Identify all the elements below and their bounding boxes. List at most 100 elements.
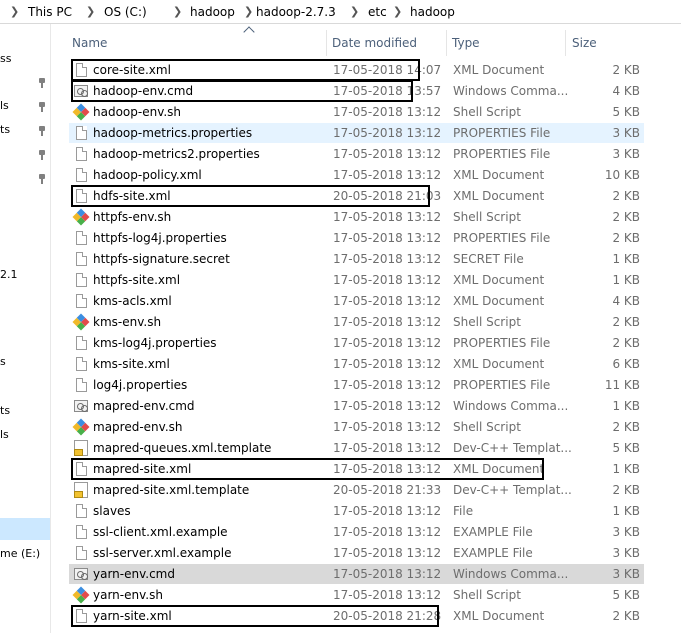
file-date-modified: 17-05-2018 13:57 [333, 84, 442, 98]
file-type: SECRET File [453, 252, 524, 266]
file-date-modified: 17-05-2018 13:12 [333, 567, 442, 581]
file-row[interactable]: mapred-env.cmd 17-05-2018 13:12 Windows Co… [69, 396, 644, 416]
file-row[interactable]: hadoop-policy.xml 17-05-2018 13:12 XML Doc… [69, 165, 644, 185]
file-name: ssl-server.xml.example [93, 546, 232, 560]
file-row[interactable]: kms-log4j.properties 17-05-2018 13:12 PROP… [69, 333, 644, 353]
file-type: XML Document [453, 609, 545, 623]
file-icon [76, 357, 87, 371]
file-name: hadoop-metrics.properties [93, 126, 253, 140]
file-row[interactable]: mapred-site.xml.template 20-05-2018 21:33… [69, 480, 644, 500]
file-icon [76, 126, 87, 140]
file-name: kms-site.xml [93, 357, 170, 371]
file-date-modified: 17-05-2018 13:12 [333, 357, 442, 371]
file-date-modified: 17-05-2018 13:12 [333, 546, 442, 560]
file-size: 10 KB [604, 168, 640, 182]
file-type: Shell Script [453, 420, 521, 434]
file-icon [76, 546, 87, 560]
file-date-modified: 17-05-2018 14:07 [333, 63, 442, 77]
file-name: kms-env.sh [93, 315, 162, 329]
file-size: 4 KB [612, 84, 640, 98]
file-name: kms-log4j.properties [93, 336, 217, 350]
file-size: 2 KB [612, 336, 640, 350]
file-row[interactable]: httpfs-signature.secret 17-05-2018 13:12 S… [69, 249, 644, 269]
file-name: kms-acls.xml [93, 294, 172, 308]
file-name: mapred-env.cmd [93, 399, 195, 413]
file-name: core-site.xml [93, 63, 171, 77]
file-row[interactable]: httpfs-site.xml 17-05-2018 13:12 XML Docum… [69, 270, 644, 290]
file-name: ssl-client.xml.example [93, 525, 228, 539]
file-row[interactable]: yarn-env.cmd 17-05-2018 13:12 Windows Comm… [69, 564, 644, 584]
template-icon [74, 482, 88, 498]
file-icon [76, 336, 87, 350]
file-row[interactable]: hadoop-env.cmd 17-05-2018 13:57 Windows Co… [69, 81, 644, 101]
file-icon [76, 147, 87, 161]
file-type: Windows Comma... [453, 567, 569, 581]
file-icon [76, 294, 87, 308]
file-row[interactable]: yarn-site.xml 20-05-2018 21:28 XML Documen… [69, 606, 644, 626]
file-row[interactable]: ssl-client.xml.example 17-05-2018 13:12 EX… [69, 522, 644, 542]
file-size: 2 KB [612, 609, 640, 623]
file-name: mapred-site.xml.template [93, 483, 250, 497]
file-size: 2 KB [612, 189, 640, 203]
file-date-modified: 17-05-2018 13:12 [333, 315, 442, 329]
file-date-modified: 17-05-2018 13:12 [333, 504, 442, 518]
file-size: 2 KB [612, 483, 640, 497]
file-icon [76, 609, 87, 623]
file-date-modified: 17-05-2018 13:12 [333, 336, 442, 350]
file-size: 2 KB [612, 315, 640, 329]
file-row[interactable]: kms-env.sh 17-05-2018 13:12 Shell Script 2 … [69, 312, 644, 332]
file-row[interactable]: kms-acls.xml 17-05-2018 13:12 XML Document… [69, 291, 644, 311]
file-size: 3 KB [612, 126, 640, 140]
file-type: PROPERTIES File [453, 336, 551, 350]
file-type: Shell Script [453, 588, 521, 602]
file-name: mapred-site.xml [93, 462, 192, 476]
file-date-modified: 17-05-2018 13:12 [333, 168, 442, 182]
file-date-modified: 17-05-2018 13:12 [333, 210, 442, 224]
file-row[interactable]: hadoop-env.sh 17-05-2018 13:12 Shell Scrip… [69, 102, 644, 122]
file-row[interactable]: httpfs-log4j.properties 17-05-2018 13:12 P… [69, 228, 644, 248]
file-size: 11 KB [604, 378, 640, 392]
file-name: slaves [93, 504, 131, 518]
file-type: Shell Script [453, 105, 521, 119]
file-row[interactable]: ssl-server.xml.example 17-05-2018 13:12 EX… [69, 543, 644, 563]
file-name: hadoop-env.cmd [93, 84, 194, 98]
file-row[interactable]: hadoop-metrics.properties 17-05-2018 13:1… [69, 123, 644, 143]
file-type: Dev-C++ Templat... [453, 483, 572, 497]
file-size: 1 KB [612, 273, 640, 287]
file-size: 1 KB [612, 252, 640, 266]
file-name: mapred-queues.xml.template [93, 441, 272, 455]
file-row[interactable]: httpfs-env.sh 17-05-2018 13:12 Shell Scrip… [69, 207, 644, 227]
file-row[interactable]: slaves 17-05-2018 13:12 File 1 KB [69, 501, 644, 521]
template-icon [74, 440, 88, 456]
file-row[interactable]: kms-site.xml 17-05-2018 13:12 XML Document… [69, 354, 644, 374]
file-list: core-site.xml 17-05-2018 14:07 XML Documen… [0, 0, 681, 633]
file-row[interactable]: mapred-queues.xml.template 17-05-2018 13:… [69, 438, 644, 458]
shell-icon [73, 209, 90, 226]
file-type: XML Document [453, 168, 545, 182]
file-size: 3 KB [612, 567, 640, 581]
file-row[interactable]: yarn-env.sh 17-05-2018 13:12 Shell Script 5… [69, 585, 644, 605]
file-date-modified: 17-05-2018 13:12 [333, 273, 442, 287]
file-name: httpfs-env.sh [93, 210, 172, 224]
file-row[interactable]: mapred-site.xml 17-05-2018 13:12 XML Docum… [69, 459, 644, 479]
file-row[interactable]: hadoop-metrics2.properties 17-05-2018 13:… [69, 144, 644, 164]
file-type: XML Document [453, 294, 545, 308]
file-size: 5 KB [612, 588, 640, 602]
file-icon [76, 63, 87, 77]
file-size: 1 KB [612, 462, 640, 476]
file-date-modified: 17-05-2018 13:12 [333, 399, 442, 413]
file-icon [76, 525, 87, 539]
file-row[interactable]: log4j.properties 17-05-2018 13:12 PROPERTI… [69, 375, 644, 395]
file-size: 2 KB [612, 63, 640, 77]
file-name: yarn-env.cmd [93, 567, 175, 581]
file-size: 2 KB [612, 210, 640, 224]
file-row[interactable]: core-site.xml 17-05-2018 14:07 XML Documen… [69, 60, 644, 80]
file-date-modified: 17-05-2018 13:12 [333, 294, 442, 308]
file-date-modified: 17-05-2018 13:12 [333, 462, 442, 476]
file-size: 3 KB [612, 546, 640, 560]
file-date-modified: 17-05-2018 13:12 [333, 147, 442, 161]
cmd-icon [74, 400, 88, 412]
file-row[interactable]: mapred-env.sh 17-05-2018 13:12 Shell Scrip… [69, 417, 644, 437]
file-size: 2 KB [612, 231, 640, 245]
file-row[interactable]: hdfs-site.xml 20-05-2018 21:03 XML Documen… [69, 186, 644, 206]
